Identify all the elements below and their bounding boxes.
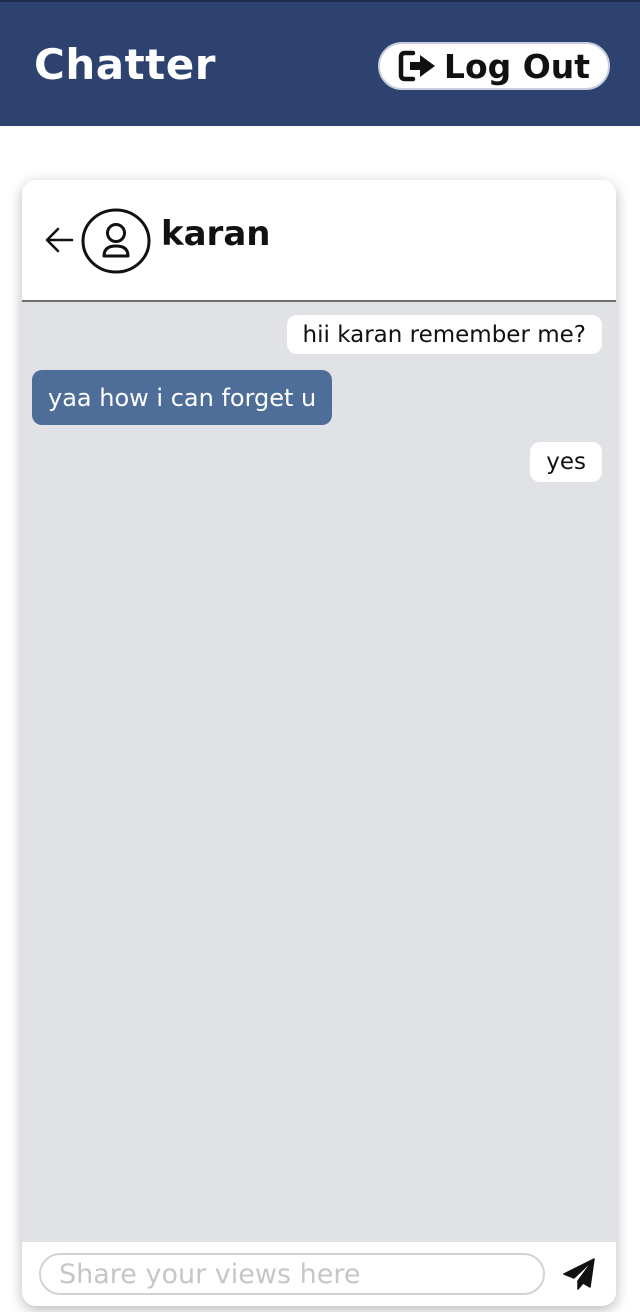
message-list[interactable]: hii karan remember me? yaa how i can for…	[22, 302, 616, 1242]
chat-header: karan	[22, 180, 616, 302]
message-bubble-sent: yes	[530, 442, 602, 482]
user-circle-icon	[81, 208, 151, 274]
message-bubble-received: yaa how i can forget u	[32, 370, 333, 425]
logout-button[interactable]: Log Out	[378, 42, 610, 90]
message-composer	[22, 1242, 616, 1306]
app-brand[interactable]: Chatter	[34, 40, 216, 89]
message-input[interactable]	[39, 1253, 545, 1295]
chat-card: karan hii karan remember me? yaa how i c…	[22, 180, 616, 1306]
sign-out-icon	[398, 49, 438, 83]
contact-name: karan	[161, 214, 271, 254]
top-navbar: Chatter Log Out	[0, 0, 640, 126]
message-bubble-sent: hii karan remember me?	[286, 315, 602, 354]
paper-plane-icon[interactable]	[562, 1257, 596, 1291]
arrow-left-icon[interactable]	[44, 225, 74, 255]
logout-label: Log Out	[443, 46, 591, 86]
